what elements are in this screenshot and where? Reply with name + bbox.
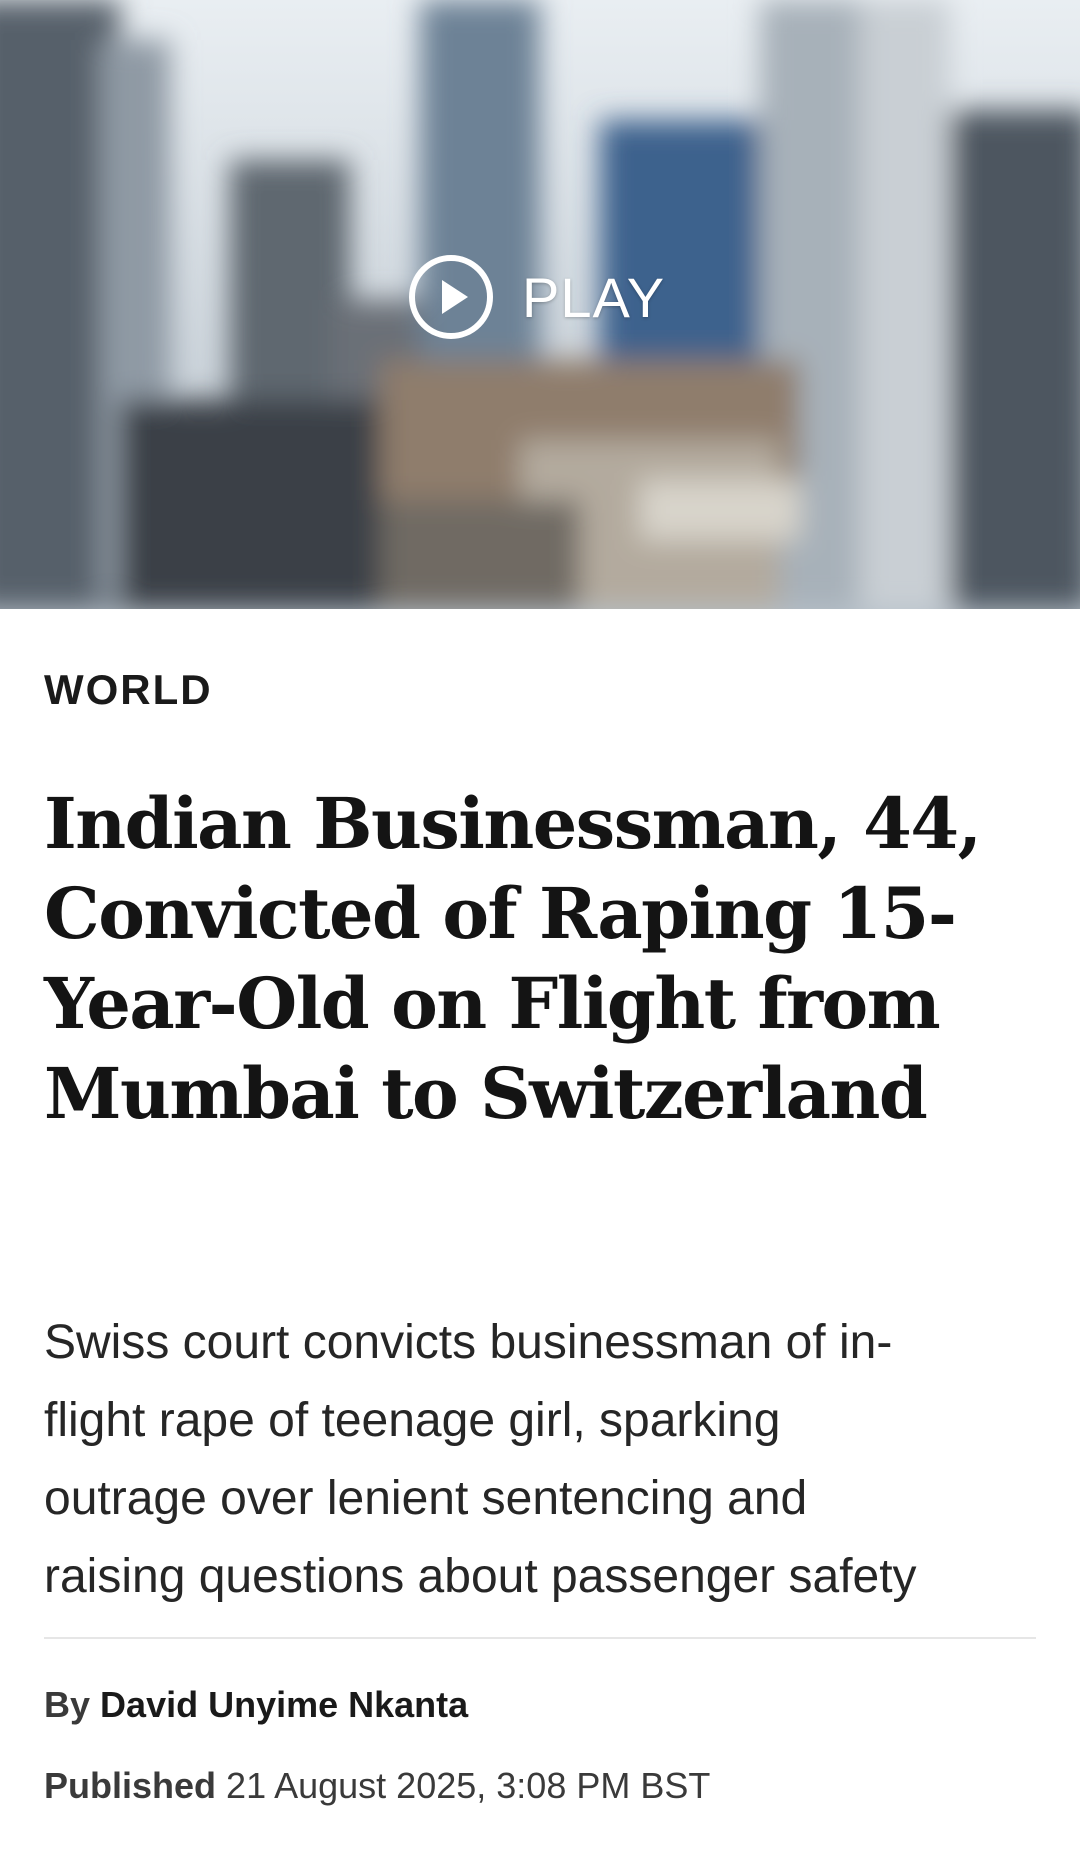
play-label: PLAY xyxy=(522,265,666,329)
divider xyxy=(44,1637,1036,1639)
hero-video[interactable]: PLAY xyxy=(0,0,1080,609)
headline-line: Mumbai to Switzerland xyxy=(44,1052,928,1135)
bottom-fade xyxy=(0,1820,1080,1851)
published-label: Published xyxy=(44,1765,217,1806)
headline-line: Year-Old on Flight from xyxy=(44,962,941,1045)
summary-line: Swiss court convicts businessman of in- xyxy=(44,1316,893,1369)
author-link[interactable]: David Unyime Nkanta xyxy=(100,1684,468,1725)
published-info: Published 21 August 2025, 3:08 PM BST xyxy=(44,1765,710,1807)
summary-line: raising questions about passenger safety xyxy=(44,1550,917,1603)
headline: Indian Businessman, 44, Convicted of Rap… xyxy=(44,779,1004,1139)
byline: By David Unyime Nkanta xyxy=(44,1684,468,1726)
summary-line: flight rape of teenage girl, sparking xyxy=(44,1394,781,1447)
summary-line: outrage over lenient sentencing and xyxy=(44,1472,808,1525)
section-label[interactable]: WORLD xyxy=(44,666,213,714)
play-button[interactable]: PLAY xyxy=(408,253,665,341)
published-date: 21 August 2025, 3:08 PM BST xyxy=(226,1765,711,1806)
byline-label: By xyxy=(44,1684,91,1725)
article-summary: Swiss court convicts businessman of in- … xyxy=(44,1304,1044,1616)
play-circle-icon xyxy=(409,255,493,339)
headline-line: Indian Businessman, 44, xyxy=(44,782,982,865)
headline-line: Convicted of Raping 15- xyxy=(44,872,957,955)
